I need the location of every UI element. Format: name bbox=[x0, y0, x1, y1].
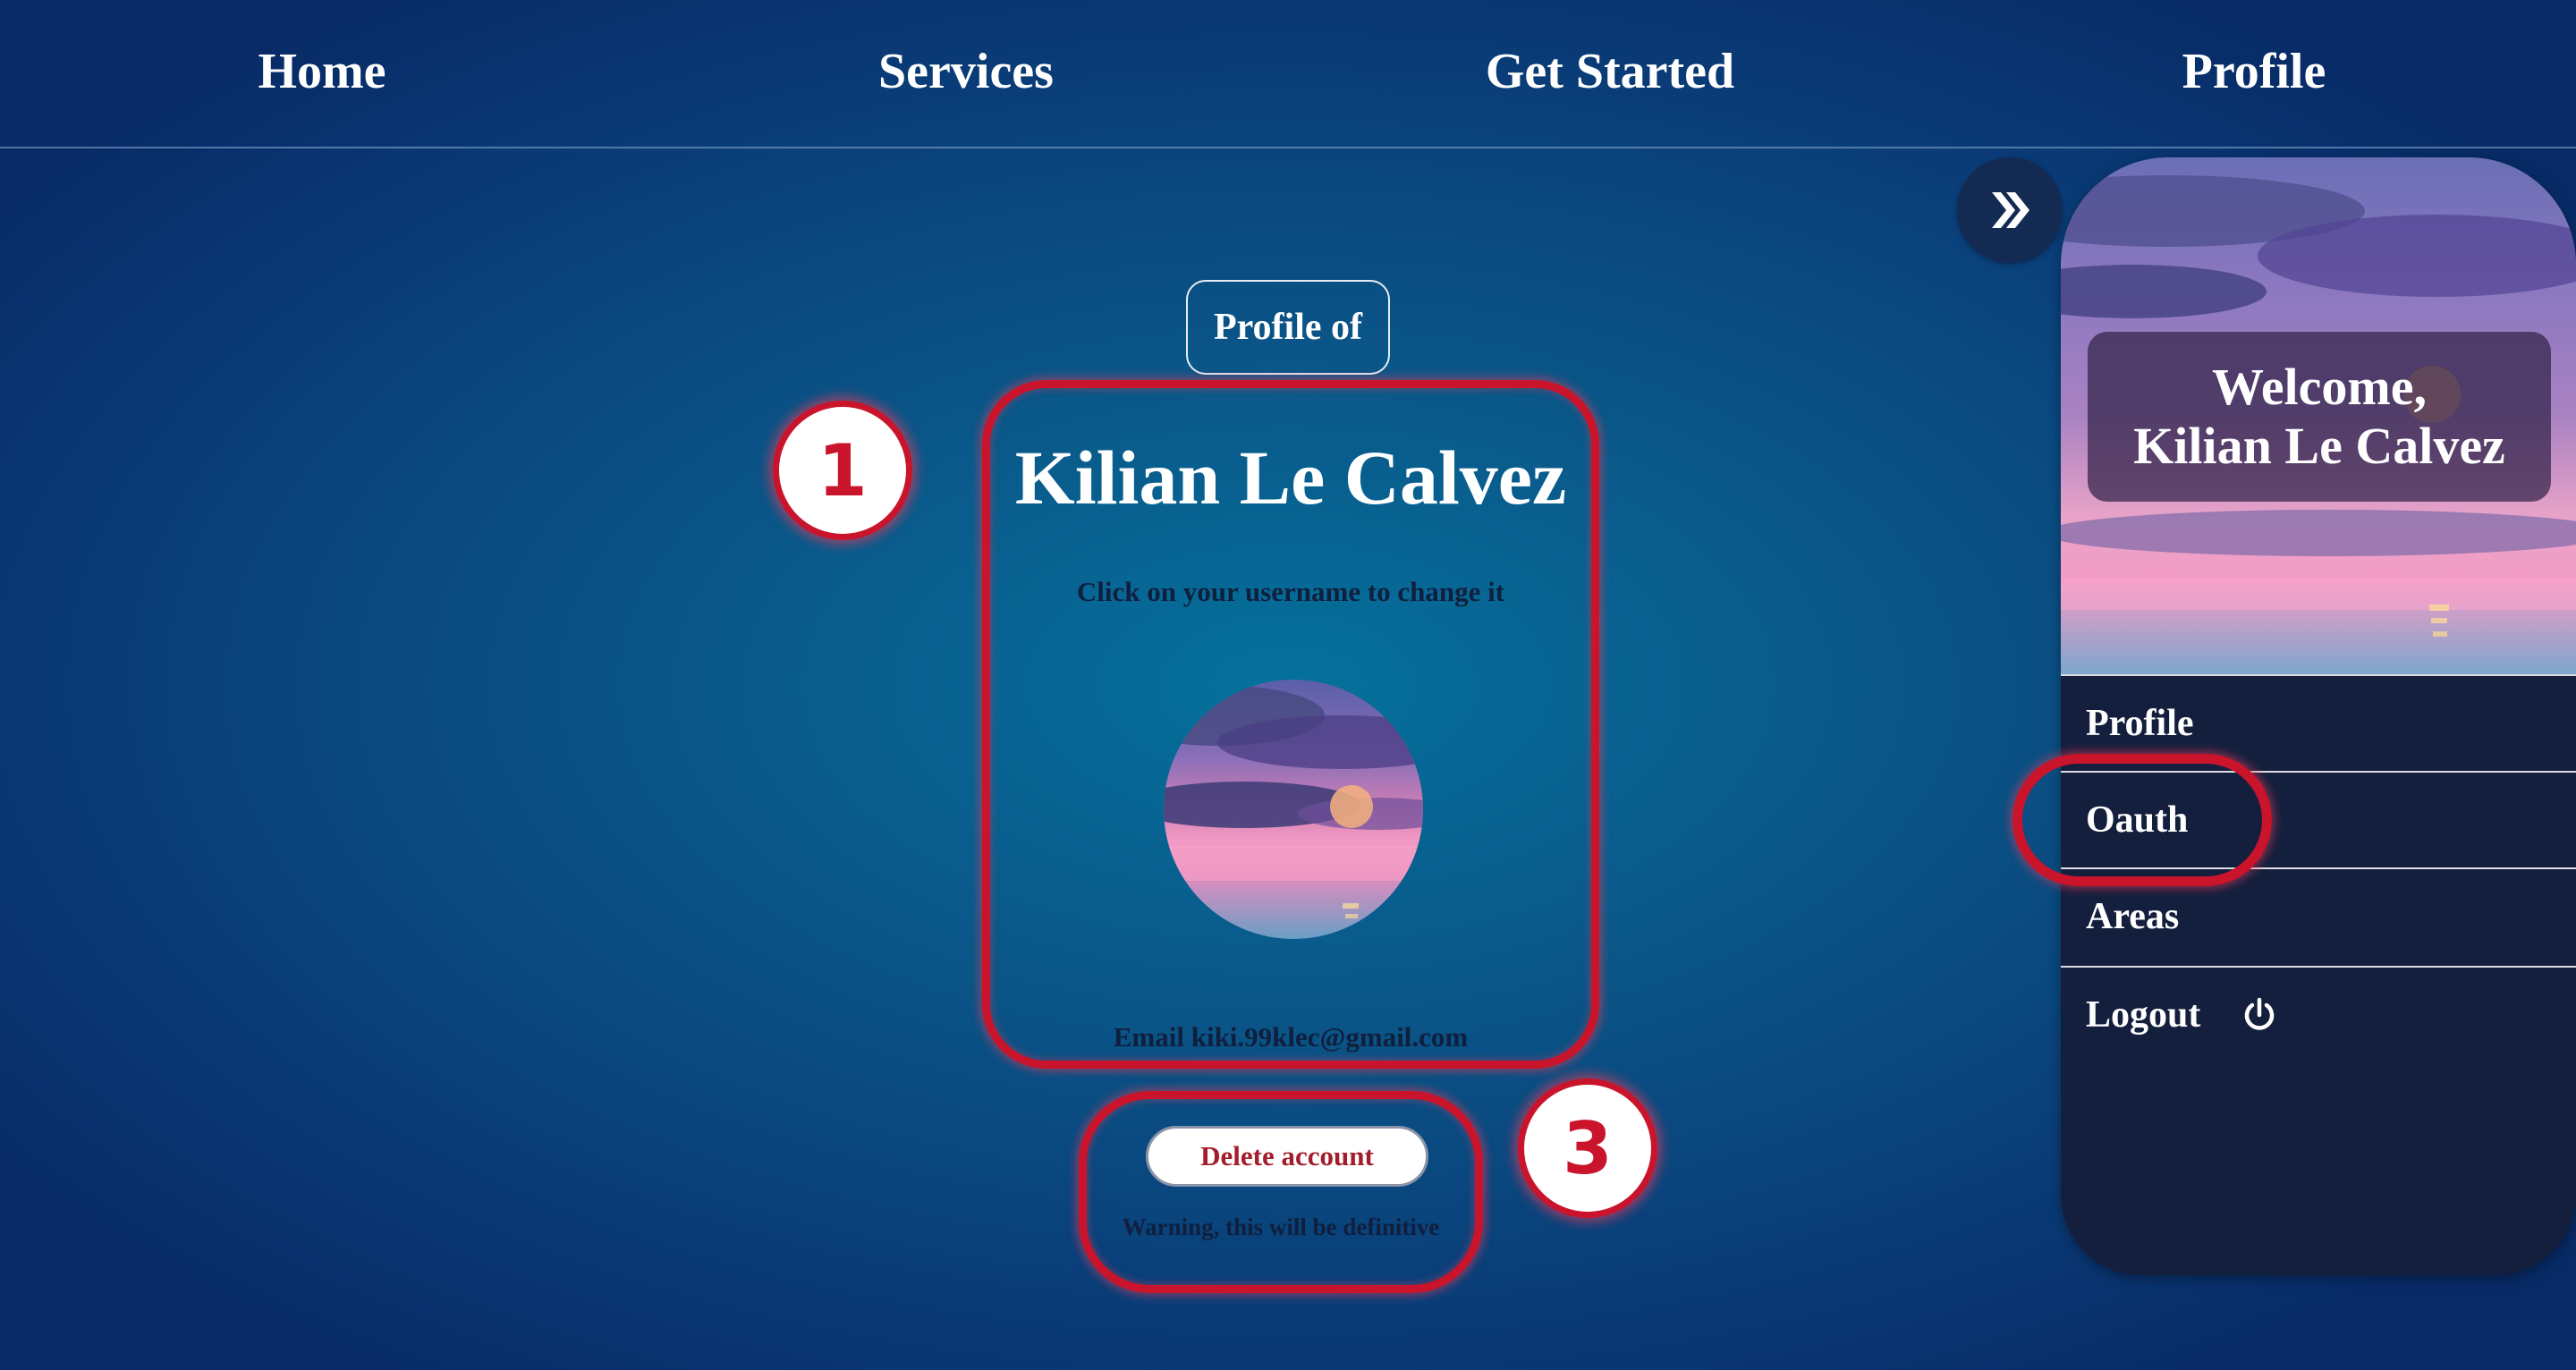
welcome-username: Kilian Le Calvez bbox=[2133, 417, 2505, 475]
welcome-greeting: Welcome, bbox=[2212, 358, 2427, 416]
sidebar-item-label: Profile bbox=[2086, 703, 2194, 744]
welcome-box: Welcome, Kilian Le Calvez bbox=[2088, 332, 2551, 502]
nav-get-started[interactable]: Get Started bbox=[1288, 0, 1932, 143]
avatar-image bbox=[1164, 680, 1423, 939]
username[interactable]: Kilian Le Calvez bbox=[990, 433, 1591, 522]
sidebar-banner-image: Welcome, Kilian Le Calvez bbox=[2061, 157, 2576, 674]
profile-card: Kilian Le Calvez Click on your username … bbox=[982, 380, 1599, 1069]
sidebar-item-label: Logout bbox=[2086, 994, 2201, 1036]
callout-3: 3 bbox=[1518, 1078, 1657, 1218]
delete-account-button[interactable]: Delete account bbox=[1146, 1126, 1428, 1187]
sidebar: Welcome, Kilian Le Calvez Profile Oauth … bbox=[2061, 157, 2576, 1275]
profile-header: Profile of bbox=[1186, 280, 1390, 375]
avatar[interactable] bbox=[1164, 680, 1423, 939]
callout-1: 1 bbox=[773, 401, 912, 540]
sidebar-collapse-button[interactable] bbox=[1957, 157, 2063, 263]
oauth-highlight-ring bbox=[2012, 754, 2272, 886]
sidebar-item-label: Areas bbox=[2086, 896, 2180, 937]
sidebar-item-logout[interactable]: Logout bbox=[2061, 967, 2576, 1063]
top-navigation: Home Services Get Started Profile bbox=[0, 0, 2576, 148]
delete-account-section: Delete account Warning, this will be def… bbox=[1079, 1091, 1483, 1293]
power-icon bbox=[2241, 997, 2277, 1033]
delete-warning: Warning, this will be definitive bbox=[1122, 1214, 1440, 1240]
username-hint: Click on your username to change it bbox=[1076, 576, 1505, 607]
double-chevron-right-icon bbox=[1992, 192, 2029, 228]
nav-profile[interactable]: Profile bbox=[1932, 0, 2576, 143]
email-text: Email kiki.99klec@gmail.com bbox=[1113, 1021, 1469, 1053]
nav-home[interactable]: Home bbox=[0, 0, 644, 143]
nav-services[interactable]: Services bbox=[644, 0, 1288, 143]
